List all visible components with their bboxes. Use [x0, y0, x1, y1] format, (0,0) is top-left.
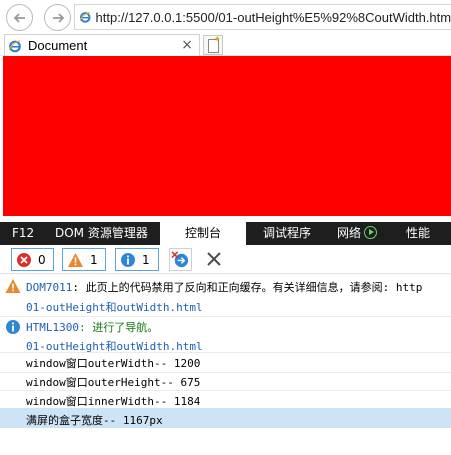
warning-text: : 此页上的代码禁用了反向和正向缓存。有关详细信息，请参阅: http: [72, 281, 423, 294]
devtools-tab-bar: F12 DOM 资源管理器 控制台 调试程序 网络 性能: [0, 222, 451, 245]
tab-close-icon[interactable]: ×: [181, 37, 193, 53]
warning-code[interactable]: DOM7011: [26, 281, 72, 294]
tab-network[interactable]: 网络: [337, 222, 378, 245]
tab-debugger[interactable]: 调试程序: [263, 222, 311, 245]
network-record-icon: [364, 226, 378, 239]
errors-count: 0: [38, 252, 46, 267]
console-toolbar: 0 1 1: [0, 245, 451, 274]
console-output: DOM7011: 此页上的代码禁用了反向和正向缓存。有关详细信息，请参阅: ht…: [0, 274, 451, 455]
warning-icon: [68, 252, 83, 267]
full-width-box: [3, 56, 451, 216]
browser-tab[interactable]: Document ×: [4, 34, 200, 56]
clear-console-icon[interactable]: [203, 248, 225, 270]
divider: [0, 390, 451, 391]
info-text: : 进行了导航。: [78, 321, 159, 334]
info-code[interactable]: HTML1300: [26, 321, 79, 334]
console-message-warning: DOM7011: 此页上的代码禁用了反向和正向缓存。有关详细信息，请参阅: ht…: [0, 274, 451, 314]
page-viewport: [0, 56, 451, 222]
messages-filter-button[interactable]: 1: [115, 248, 159, 271]
console-log-line: window窗口outerHeight-- 675: [26, 376, 201, 389]
warning-source-link[interactable]: 01-outHeight和outWidth.html: [26, 299, 203, 315]
url-text[interactable]: http://127.0.0.1:5500/01-outHeight%E5%92…: [96, 10, 451, 25]
forward-button[interactable]: [44, 4, 71, 31]
ie-logo-icon: [80, 11, 91, 23]
new-tab-star-icon: ✦: [213, 35, 221, 45]
info-line: HTML1300: 进行了导航。: [26, 319, 158, 335]
ie-logo-icon: [9, 39, 21, 52]
messages-count: 1: [142, 252, 150, 267]
clear-on-navigate-button[interactable]: [169, 248, 192, 271]
new-tab-button[interactable]: ✦: [203, 35, 223, 55]
browser-nav-bar: http://127.0.0.1:5500/01-outHeight%E5%92…: [0, 0, 451, 34]
address-bar[interactable]: http://127.0.0.1:5500/01-outHeight%E5%92…: [74, 4, 451, 30]
tab-network-label: 网络: [337, 226, 362, 240]
divider: [0, 372, 451, 373]
tab-performance[interactable]: 性能: [406, 222, 430, 245]
info-icon: [6, 320, 20, 334]
tab-title: Document: [28, 38, 88, 53]
divider: [0, 352, 451, 353]
browser-tab-bar: Document × ✦: [0, 34, 451, 56]
warnings-count: 1: [90, 252, 98, 267]
console-message-info: HTML1300: 进行了导航。 01-outHeight和outWidth.h…: [0, 316, 451, 356]
back-button[interactable]: [6, 4, 33, 31]
error-icon: [17, 252, 31, 267]
warning-line: DOM7011: 此页上的代码禁用了反向和正向缓存。有关详细信息，请参阅: ht…: [26, 279, 422, 295]
tab-dom-explorer[interactable]: DOM 资源管理器: [55, 222, 148, 245]
warning-icon: [5, 279, 21, 293]
console-log-line: window窗口outerWidth-- 1200: [26, 357, 201, 370]
tab-f12[interactable]: F12: [12, 222, 34, 245]
info-icon: [121, 252, 135, 267]
console-log-line-selected[interactable]: 满屏的盒子宽度-- 1167px: [26, 412, 163, 428]
console-log-line: window窗口innerWidth-- 1184: [26, 395, 201, 408]
back-arrow-icon: [13, 12, 25, 23]
errors-filter-button[interactable]: 0: [11, 248, 54, 271]
warnings-filter-button[interactable]: 1: [62, 248, 106, 271]
clear-navigate-icon: [171, 251, 189, 268]
tab-console[interactable]: 控制台: [160, 222, 246, 245]
forward-arrow-icon: [52, 12, 64, 23]
